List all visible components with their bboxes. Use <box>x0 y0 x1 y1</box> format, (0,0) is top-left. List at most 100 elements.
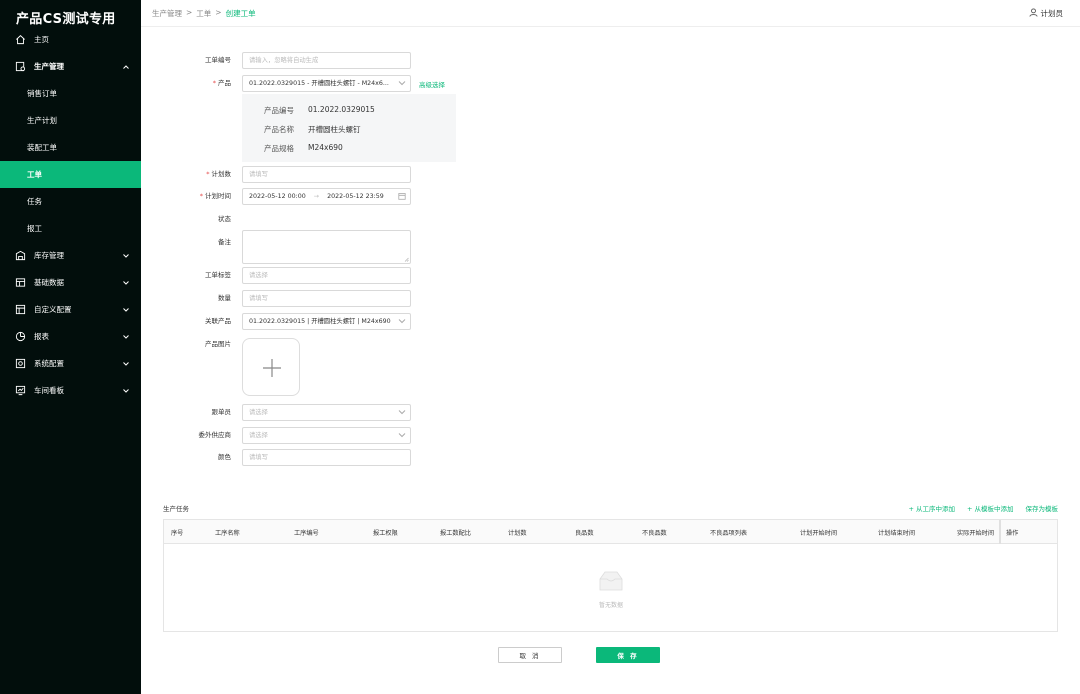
breadcrumb-production[interactable]: 生产管理 <box>152 8 182 19</box>
breadcrumb-separator: > <box>186 8 193 17</box>
sidebar-item-sales-order[interactable]: 销售订单 <box>0 80 141 107</box>
supplier-placeholder: 请选择 <box>249 432 268 439</box>
production-icon <box>14 61 26 72</box>
quantity-input[interactable]: 请填写 <box>242 290 411 307</box>
sidebar-item-reports[interactable]: 报表 <box>0 323 141 350</box>
sidebar-item-label: 任务 <box>27 197 42 206</box>
add-from-process-button[interactable]: + 从工序中添加 <box>908 503 955 513</box>
save-as-template-button[interactable]: 保存为模板 <box>1026 503 1059 513</box>
sidebar-item-home[interactable]: 主页 <box>0 26 141 53</box>
plan-end-time[interactable]: 2022-05-12 23:59 <box>327 193 384 200</box>
column-header: 工序编号 <box>294 530 319 537</box>
plan-qty-label: * 计划数 <box>206 170 231 178</box>
empty-box-icon <box>599 571 623 591</box>
product-name-value: 开槽圆柱头螺钉 <box>308 125 361 134</box>
chevron-down-icon <box>398 319 406 324</box>
chevron-down-icon <box>121 305 131 315</box>
tasks-table-header: 序号 工序名称 工序编号 报工权限 报工数配比 计划数 良品数 不良品数 不良品… <box>164 520 1057 544</box>
sidebar-item-label: 报表 <box>34 332 49 341</box>
sidebar-item-label: 装配工单 <box>27 143 57 152</box>
chevron-down-icon <box>398 81 406 86</box>
sidebar-item-label: 生产管理 <box>34 62 64 71</box>
system-icon <box>14 358 26 369</box>
sidebar-item-label: 基础数据 <box>34 278 64 287</box>
sidebar: 产品CS测试专用 主页 生产管理 销售订单 生产计划 装配工单 工单 任务 报工… <box>0 0 141 694</box>
add-from-template-button[interactable]: + 从模板中添加 <box>967 503 1014 513</box>
config-icon <box>14 304 26 315</box>
sidebar-item-label: 车间看板 <box>34 386 64 395</box>
product-info-panel: 产品编号 01.2022.0329015 产品名称 开槽圆柱头螺钉 产品规格 M24x… <box>242 94 456 162</box>
sidebar-item-label: 库存管理 <box>34 251 64 260</box>
order-no-label: 工单编号 <box>205 56 231 64</box>
breadcrumb-separator: > <box>215 8 222 17</box>
chevron-down-icon <box>121 278 131 288</box>
sidebar-item-label: 报工 <box>27 224 42 233</box>
chevron-up-icon <box>121 62 131 72</box>
sidebar-item-report-work[interactable]: 报工 <box>0 215 141 242</box>
status-label: 状态 <box>218 215 231 223</box>
sidebar-item-assembly-order[interactable]: 装配工单 <box>0 134 141 161</box>
chevron-down-icon <box>398 410 406 415</box>
related-product-select[interactable]: 01.2022.0329015 | 开槽圆柱头螺钉 | M24x690 <box>242 313 411 330</box>
remark-textarea[interactable] <box>242 230 411 264</box>
user-icon <box>1028 8 1038 19</box>
warehouse-icon <box>14 250 26 261</box>
breadcrumb-work-order[interactable]: 工单 <box>196 8 211 19</box>
product-code-label: 产品编号 <box>264 106 294 115</box>
sidebar-item-production-plan[interactable]: 生产计划 <box>0 107 141 134</box>
product-spec-value: M24x690 <box>308 143 343 152</box>
home-icon <box>14 35 26 45</box>
sidebar-item-inventory[interactable]: 库存管理 <box>0 242 141 269</box>
sidebar-item-system-config[interactable]: 系统配置 <box>0 350 141 377</box>
order-no-input[interactable]: 请输入，忽略将自动生成 <box>242 52 411 69</box>
save-button[interactable]: 保 存 <box>596 647 660 663</box>
column-header: 工序名称 <box>215 530 240 537</box>
plan-start-time[interactable]: 2022-05-12 00:00 <box>249 193 306 200</box>
user-menu[interactable]: 计划员 <box>1028 8 1064 19</box>
color-input[interactable]: 请填写 <box>242 449 411 466</box>
follower-select[interactable]: 请选择 <box>242 404 411 421</box>
sidebar-item-task[interactable]: 任务 <box>0 188 141 215</box>
breadcrumb: 生产管理 > 工单 > 创建工单 <box>152 8 256 19</box>
plan-qty-input[interactable]: 请填写 <box>242 166 411 183</box>
product-value: 01.2022.0329015 - 开槽圆柱头螺钉 - M24x6... <box>249 80 389 87</box>
sidebar-item-label: 自定义配置 <box>34 305 72 314</box>
resize-handle-icon[interactable] <box>404 257 409 262</box>
sidebar-item-label: 系统配置 <box>34 359 64 368</box>
sidebar-item-workshop-board[interactable]: 车间看板 <box>0 377 141 404</box>
report-icon <box>14 331 26 342</box>
tasks-actions: + 从工序中添加 + 从模板中添加 保存为模板 <box>908 503 1058 513</box>
remark-label: 备注 <box>218 238 231 246</box>
plus-icon: + <box>908 505 916 513</box>
related-product-value: 01.2022.0329015 | 开槽圆柱头螺钉 | M24x690 <box>249 318 391 325</box>
column-header: 序号 <box>171 530 184 537</box>
column-header: 不良品数 <box>642 530 667 537</box>
column-header: 计划结束时间 <box>878 530 916 537</box>
image-upload-button[interactable] <box>242 338 300 396</box>
top-bar: 生产管理 > 工单 > 创建工单 计划员 <box>141 0 1080 27</box>
product-select[interactable]: 01.2022.0329015 - 开槽圆柱头螺钉 - M24x6... <box>242 75 411 92</box>
chevron-down-icon <box>398 433 406 438</box>
chevron-down-icon <box>121 359 131 369</box>
user-name: 计划员 <box>1040 9 1064 18</box>
form-row-status: 状态 <box>141 211 441 228</box>
advanced-select-link[interactable]: 高级选择 <box>419 79 445 89</box>
app-title: 产品CS测试专用 <box>16 12 116 27</box>
plan-time-range-picker[interactable]: 2022-05-12 00:00 → 2022-05-12 23:59 <box>242 188 411 205</box>
cancel-button[interactable]: 取 消 <box>498 647 562 663</box>
chevron-down-icon <box>121 386 131 396</box>
product-label: * 产品 <box>212 79 231 87</box>
tag-select[interactable]: 请选择 <box>242 267 411 284</box>
sidebar-item-custom-config[interactable]: 自定义配置 <box>0 296 141 323</box>
plus-icon <box>263 359 281 377</box>
product-code-row: 产品编号 01.2022.0329015 <box>264 105 375 116</box>
sidebar-item-work-order[interactable]: 工单 <box>0 161 141 188</box>
plan-time-label: * 计划时间 <box>199 192 231 200</box>
sidebar-item-base-data[interactable]: 基础数据 <box>0 269 141 296</box>
supplier-select[interactable]: 请选择 <box>242 427 411 444</box>
sidebar-item-label: 生产计划 <box>27 116 57 125</box>
sidebar-item-production[interactable]: 生产管理 <box>0 53 141 80</box>
column-header: 计划开始时间 <box>800 530 838 537</box>
database-icon <box>14 278 26 288</box>
chevron-down-icon <box>121 251 131 261</box>
